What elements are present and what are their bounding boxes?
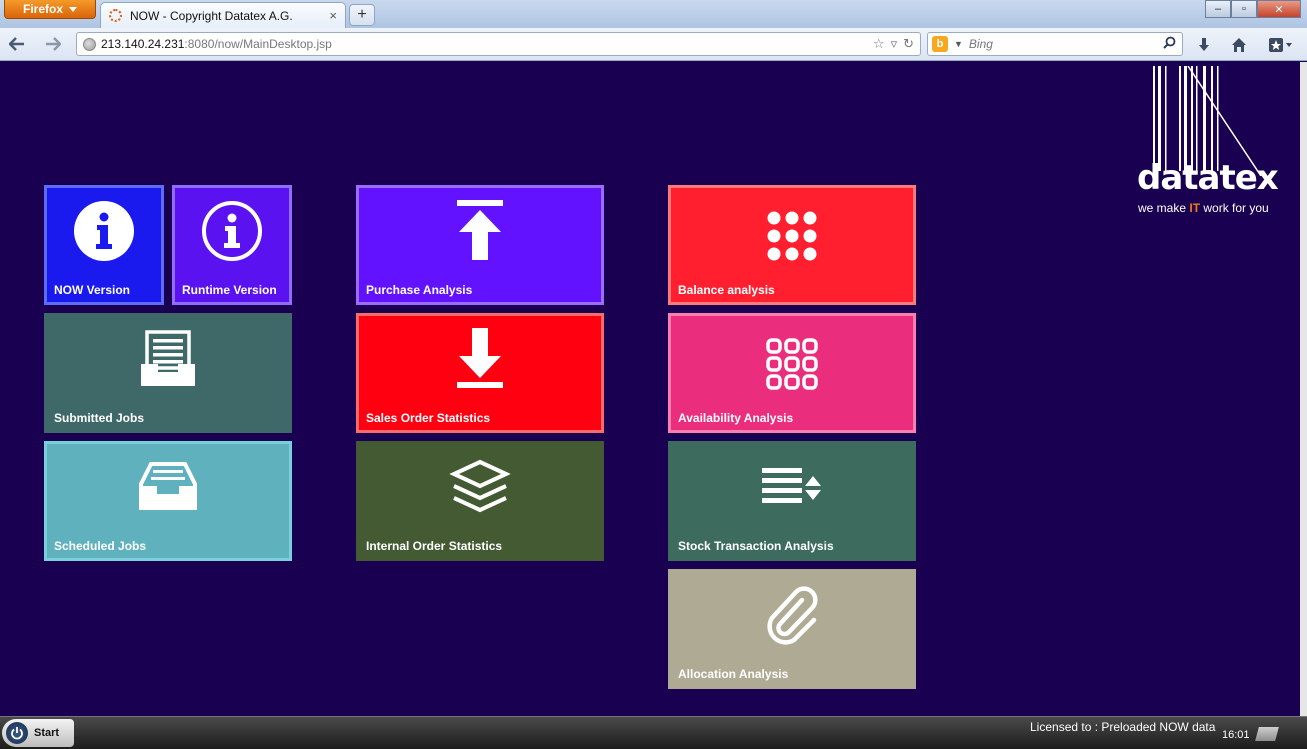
dot-grid-icon	[766, 210, 818, 267]
chevron-down-icon	[69, 6, 77, 12]
inbox-icon	[137, 458, 199, 519]
search-engine-dropdown-icon[interactable]: ▼	[954, 39, 963, 49]
tab-title: NOW - Copyright Datatex A.G.	[130, 8, 293, 23]
window-controls: – ▫ ✕	[1205, 0, 1301, 18]
maximize-button[interactable]: ▫	[1231, 0, 1257, 18]
url-bar[interactable]: 213.140.24.231 :8080/now/MainDesktop.jsp…	[76, 32, 921, 56]
bookmarks-menu-icon[interactable]	[1265, 35, 1297, 55]
close-window-button[interactable]: ✕	[1257, 0, 1301, 18]
search-icon[interactable]	[1163, 36, 1182, 52]
tile-label: Internal Order Statistics	[366, 539, 503, 553]
url-path: :8080/now/MainDesktop.jsp	[184, 37, 332, 51]
search-input[interactable]: Bing	[969, 37, 993, 51]
tile-label: Purchase Analysis	[366, 283, 473, 297]
minimize-button[interactable]: –	[1205, 0, 1231, 18]
bing-logo-icon[interactable]: b	[932, 36, 948, 52]
show-desktop-icon[interactable]	[1255, 727, 1279, 741]
tile-balance-analysis[interactable]: Balance analysis	[668, 185, 916, 305]
downloads-icon[interactable]	[1194, 35, 1214, 55]
tile-stock-transaction-analysis[interactable]: Stock Transaction Analysis	[668, 441, 916, 561]
taskbar: Start Licensed to : Preloaded NOW data 1…	[0, 716, 1307, 749]
tagline-it: IT	[1189, 201, 1201, 215]
tile-label: Balance analysis	[678, 283, 775, 297]
reload-icon[interactable]: ↻	[903, 36, 914, 52]
datatex-logo: datatex we make IT work for you	[1133, 66, 1293, 216]
ring-grid-icon	[766, 338, 818, 395]
license-info: Licensed to : Preloaded NOW data	[1030, 720, 1216, 734]
url-host: 213.140.24.231	[101, 37, 185, 51]
upload-arrow-icon	[455, 198, 505, 267]
tile-scheduled-jobs[interactable]: Scheduled Jobs	[44, 441, 292, 561]
tile-now-version[interactable]: NOW Version	[44, 185, 164, 305]
tile-label: Submitted Jobs	[54, 411, 145, 425]
logo-wordmark: datatex	[1137, 158, 1279, 198]
firefox-menu-label: Firefox	[22, 2, 63, 16]
back-arrow-icon[interactable]	[6, 34, 28, 54]
tile-sales-order-statistics[interactable]: Sales Order Statistics	[356, 313, 604, 433]
start-label: Start	[34, 727, 60, 739]
tile-label: Sales Order Statistics	[366, 411, 491, 425]
tile-runtime-version[interactable]: Runtime Version	[172, 185, 292, 305]
home-icon[interactable]	[1229, 35, 1249, 55]
tagline-part-1: we make	[1138, 201, 1190, 215]
tile-label: Runtime Version	[182, 283, 277, 297]
browser-tab[interactable]: NOW - Copyright Datatex A.G. ×	[100, 2, 346, 28]
tile-label: Allocation Analysis	[678, 667, 789, 681]
loading-spinner-icon	[109, 9, 122, 22]
tile-submitted-jobs[interactable]: Submitted Jobs	[44, 313, 292, 433]
logo-tagline: we make IT work for you	[1138, 201, 1269, 215]
layers-icon	[448, 458, 512, 519]
tile-label: Availability Analysis	[678, 411, 794, 425]
browser-titlebar: Firefox NOW - Copyright Datatex A.G. × +…	[0, 0, 1307, 28]
tagline-part-2: work for you	[1200, 201, 1269, 215]
search-bar[interactable]: b ▼ Bing	[927, 32, 1183, 56]
tile-availability-analysis[interactable]: Availability Analysis	[668, 313, 916, 433]
browser-navbar: 213.140.24.231 :8080/now/MainDesktop.jsp…	[0, 28, 1307, 61]
inbox-full-icon	[137, 328, 199, 395]
new-tab-button[interactable]: +	[349, 4, 375, 26]
tile-label: Stock Transaction Analysis	[678, 539, 834, 553]
history-dropdown-icon[interactable]: ▿	[891, 36, 898, 52]
close-tab-icon[interactable]: ×	[329, 8, 337, 23]
paperclip-icon	[762, 582, 822, 651]
start-button[interactable]: Start	[2, 719, 74, 747]
firefox-menu-button[interactable]: Firefox	[4, 0, 96, 19]
power-icon	[6, 722, 28, 744]
tile-purchase-analysis[interactable]: Purchase Analysis	[356, 185, 604, 305]
forward-arrow-icon[interactable]	[42, 34, 64, 54]
sort-list-icon	[760, 466, 824, 515]
download-arrow-icon	[455, 326, 505, 395]
info-circle-icon	[73, 200, 135, 267]
tile-label: Scheduled Jobs	[54, 539, 147, 553]
bookmark-star-icon[interactable]: ☆	[873, 36, 885, 52]
info-outline-icon	[201, 200, 263, 267]
tile-label: NOW Version	[54, 283, 131, 297]
vertical-scrollbar[interactable]	[1300, 62, 1307, 716]
site-identity-icon[interactable]	[83, 37, 96, 51]
clock: 16:01	[1222, 729, 1250, 741]
tile-allocation-analysis[interactable]: Allocation Analysis	[668, 569, 916, 689]
tile-internal-order-statistics[interactable]: Internal Order Statistics	[356, 441, 604, 561]
